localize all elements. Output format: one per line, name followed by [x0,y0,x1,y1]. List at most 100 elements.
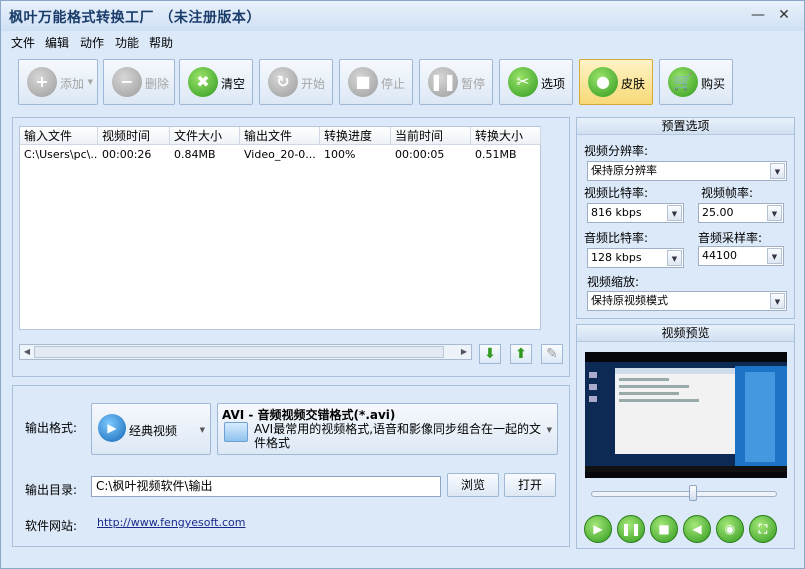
remove-label: 删除 [145,77,170,91]
scroll-thumb[interactable] [34,346,444,358]
snapshot-button[interactable]: ◉ [716,515,744,543]
move-down-button[interactable]: ⬇ [479,344,501,364]
buy-button[interactable]: 🛒 购买 [659,59,733,105]
buy-label: 购买 [701,77,726,91]
chevron-down-icon: ▼ [767,248,782,264]
move-up-button[interactable]: ⬆ [510,344,532,364]
cell-progress: 100% [324,148,356,161]
folder-icon [224,422,248,442]
preview-panel: 视频预览 ▶ ❚❚ ■ ◀ ◉ ⛶ [576,324,795,549]
chevron-down-icon: ▼ [87,78,93,86]
stop-label: 停止 [381,77,406,91]
column-header[interactable]: 转换大小 [471,127,541,145]
sample-rate-value: 44100 [702,249,737,262]
open-button[interactable]: 打开 [504,473,556,497]
chevron-down-icon: ▼ [767,205,782,221]
pause-button[interactable]: ❚❚ 暂停 [419,59,493,105]
app-window: 枫叶万能格式转换工厂 （未注册版本） — ✕ 文件 编辑 动作 功能 帮助 + … [0,0,805,569]
preset-panel: 预置选项 视频分辨率: 保持原分辨率 ▼ 视频比特率: 视频帧率: 816 kb… [576,117,795,319]
column-header[interactable]: 输入文件 [20,127,98,145]
camera-icon: ◉ [724,522,736,536]
format-category-label: 经典视频 [129,424,178,438]
cell-size: 0.84MB [174,148,216,161]
format-category-button[interactable]: ▶ 经典视频 ▼ [91,403,211,455]
mute-button[interactable]: ◀ [683,515,711,543]
horizontal-scrollbar[interactable]: ◀ ▶ [19,344,472,360]
tools-icon: ✂ [508,67,538,97]
audio-bitrate-select[interactable]: 128 kbps ▼ [587,248,684,268]
menu-function[interactable]: 功能 [115,34,139,51]
zoom-label: 视频缩放: [587,275,640,289]
frame-rate-label: 视频帧率: [701,186,754,200]
frame-rate-value: 25.00 [702,206,734,219]
seek-slider[interactable] [591,491,777,497]
resolution-label: 视频分辨率: [584,144,649,158]
menu-action[interactable]: 动作 [80,34,104,51]
resolution-value: 保持原分辨率 [591,164,657,177]
stop-preview-button[interactable]: ■ [650,515,678,543]
video-bitrate-label: 视频比特率: [584,186,649,200]
minus-icon: − [112,67,142,97]
stop-icon: ■ [348,67,378,97]
column-header[interactable]: 转换进度 [320,127,391,145]
seek-thumb[interactable] [689,485,698,501]
preview-frame [585,362,787,472]
preset-title: 预置选项 [577,118,794,135]
speaker-icon: ◀ [692,522,702,536]
zoom-value: 保持原视频模式 [591,294,668,307]
output-dir-input[interactable]: C:\枫叶视频软件\输出 [91,476,441,497]
pause-icon: ❚❚ [428,67,458,97]
minimize-button[interactable]: — [745,5,771,25]
fullscreen-button[interactable]: ⛶ [749,515,777,543]
add-icon: + [27,67,57,97]
column-header[interactable]: 文件大小 [170,127,240,145]
zoom-select[interactable]: 保持原视频模式 ▼ [587,291,787,311]
format-title: AVI - 音频视频交错格式(*.avi) [222,408,396,422]
menu-edit[interactable]: 编辑 [45,34,69,51]
pause-preview-button[interactable]: ❚❚ [617,515,645,543]
output-format-label: 输出格式: [25,421,78,435]
preview-screen [585,352,787,478]
arrow-down-icon: ⬇ [484,346,496,362]
remove-button[interactable]: − 删除 [103,59,175,105]
browse-button[interactable]: 浏览 [447,473,499,497]
column-header[interactable]: 视频时间 [98,127,170,145]
edit-button[interactable]: ✎ [541,344,563,364]
chevron-down-icon: ▼ [199,426,205,434]
frame-rate-select[interactable]: 25.00 ▼ [698,203,784,223]
clear-button[interactable]: ✖ 清空 [179,59,253,105]
cell-output-file: Video_20-0... [244,148,316,161]
clear-icon: ✖ [188,67,218,97]
website-link[interactable]: http://www.fengyesoft.com [97,516,246,529]
menu-help[interactable]: 帮助 [149,34,173,51]
scroll-right-icon[interactable]: ▶ [458,346,470,358]
cell-input-file: C:\Users\pc\... [24,148,98,161]
add-button[interactable]: + 添加 ▼ [18,59,98,105]
scroll-left-icon[interactable]: ◀ [21,346,33,358]
chevron-down-icon: ▼ [667,250,682,266]
sample-rate-select[interactable]: 44100 ▼ [698,246,784,266]
column-header[interactable]: 当前时间 [391,127,471,145]
stop-button[interactable]: ■ 停止 [339,59,413,105]
video-bitrate-select[interactable]: 816 kbps ▼ [587,203,684,223]
audio-bitrate-label: 音频比特率: [584,231,649,245]
stop-icon: ■ [658,522,670,536]
toolbar: + 添加 ▼ − 删除 ✖ 清空 ↻ 开始 ■ 停止 ❚❚ 暂停 ✂ 选项 ● [1,53,804,111]
apple-icon: ● [588,67,618,97]
play-button[interactable]: ▶ [584,515,612,543]
resolution-select[interactable]: 保持原分辨率 ▼ [587,161,787,181]
close-button[interactable]: ✕ [771,5,797,25]
start-button[interactable]: ↻ 开始 [259,59,333,105]
menu-file[interactable]: 文件 [11,34,35,51]
video-bitrate-value: 816 kbps [591,206,642,219]
fullscreen-icon: ⛶ [758,522,768,536]
start-label: 开始 [301,77,326,91]
chevron-down-icon: ▼ [546,426,552,434]
format-select[interactable]: AVI - 音频视频交错格式(*.avi) AVI最常用的视频格式,语音和影像同… [217,403,558,455]
output-dir-label: 输出目录: [25,483,78,497]
options-button[interactable]: ✂ 选项 [499,59,573,105]
output-panel: 输出格式: ▶ 经典视频 ▼ AVI - 音频视频交错格式(*.avi) AVI… [12,385,570,547]
column-header[interactable]: 输出文件 [240,127,320,145]
add-label: 添加 [60,77,85,91]
skin-button[interactable]: ● 皮肤 [579,59,653,105]
